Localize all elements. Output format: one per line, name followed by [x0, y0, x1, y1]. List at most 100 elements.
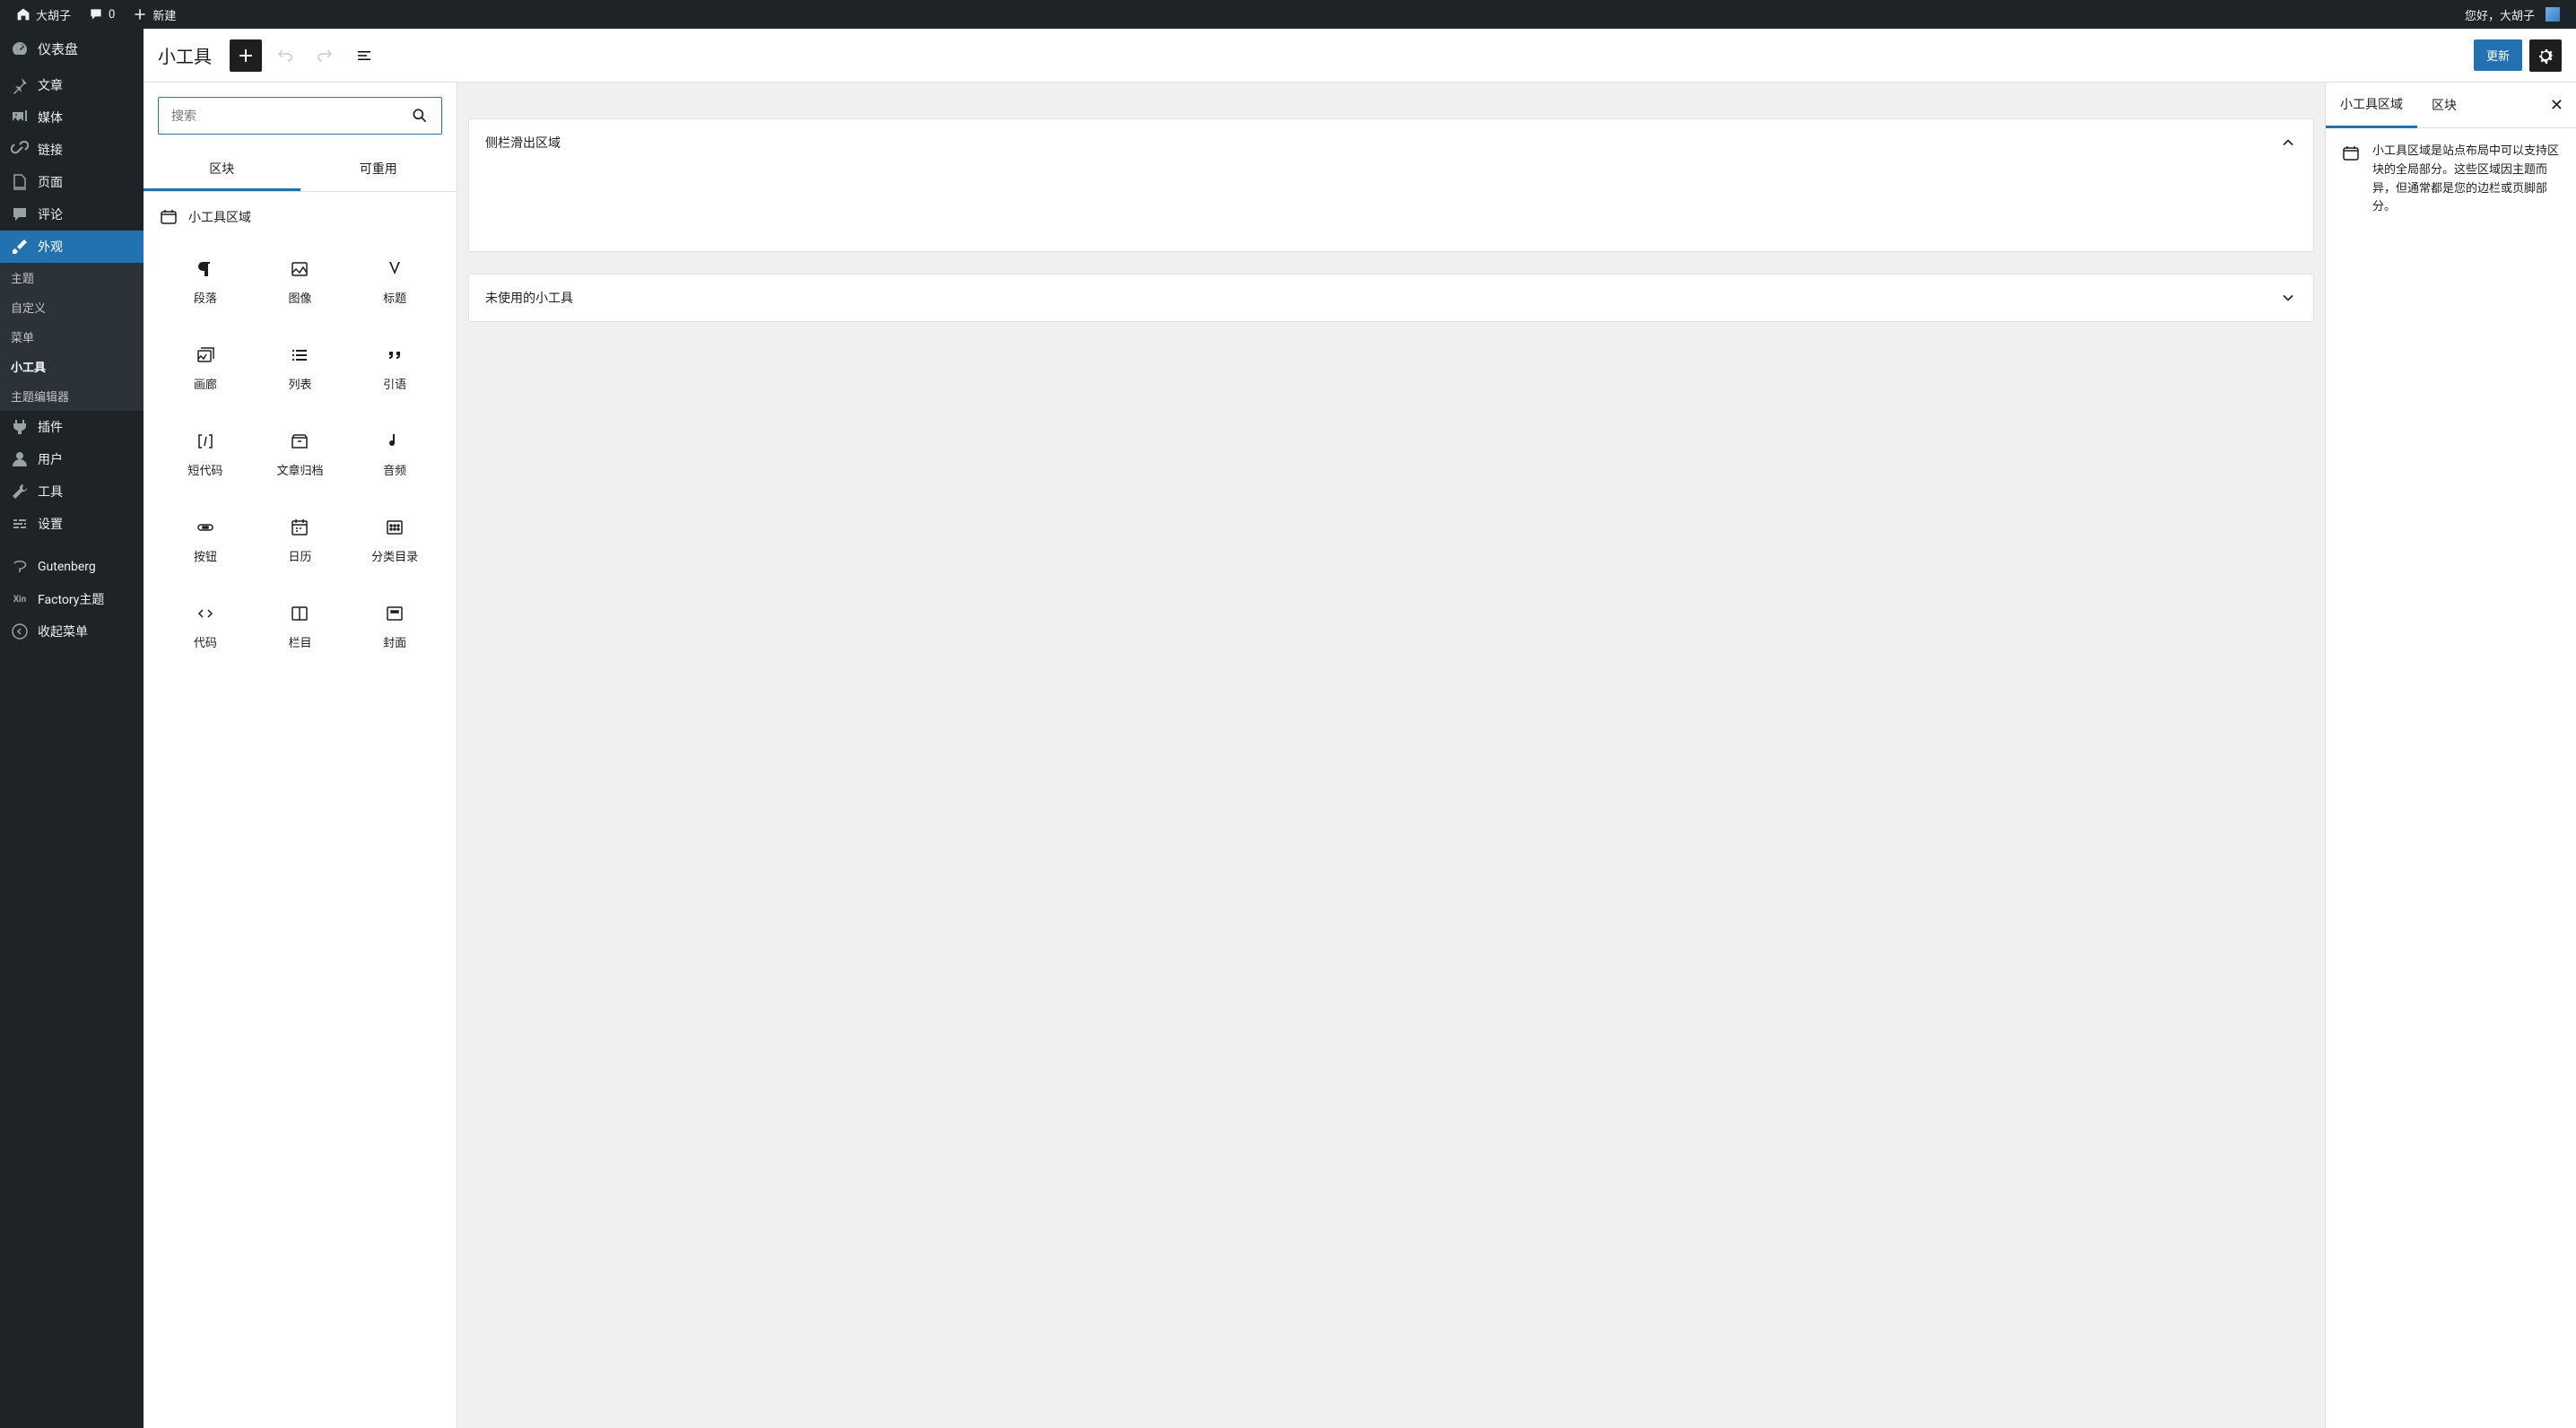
category-widget-area: 小工具区域	[158, 192, 442, 239]
topbar-comments-count: 0	[109, 8, 115, 22]
sidebar-item-label: 媒体	[38, 109, 63, 126]
settings-tab-block[interactable]: 区块	[2417, 83, 2471, 126]
sidebar-item-dashboard[interactable]: 仪表盘	[0, 29, 144, 69]
block-label: 段落	[194, 289, 217, 306]
sidebar-item-tools[interactable]: 工具	[0, 475, 144, 508]
home-icon	[16, 7, 30, 22]
widget-canvas: 侧栏滑出区域 未使用的小工具	[457, 83, 2325, 1428]
plus-icon	[235, 45, 257, 66]
link-icon	[11, 141, 29, 159]
sidebar-appearance-submenu: 主题 自定义 菜单 小工具 主题编辑器	[0, 263, 144, 411]
topbar-site-link[interactable]: 大胡子	[7, 0, 80, 29]
sidebar-item-links[interactable]: 链接	[0, 134, 144, 166]
sidebar-item-factory[interactable]: Xin Factory主题	[0, 583, 144, 615]
settings-tabs: 小工具区域 区块 ✕	[2326, 83, 2576, 128]
settings-panel: 小工具区域 区块 ✕ 小工具区域是站点布局中可以支持区块的全局部分。这些区域因主…	[2325, 83, 2576, 1428]
paragraph-icon	[195, 258, 216, 280]
block-item-image[interactable]: 图像	[253, 239, 348, 325]
sidebar-item-plugins[interactable]: 插件	[0, 411, 144, 443]
sidebar-sub-theme-editor[interactable]: 主题编辑器	[0, 381, 144, 411]
block-item-quote[interactable]: 引语	[347, 325, 442, 411]
admin-topbar: 大胡子 0 新建 您好，大胡子	[0, 0, 2576, 29]
redo-button[interactable]	[309, 39, 341, 72]
sidebar-item-label: 评论	[38, 205, 63, 223]
tab-reusable[interactable]: 可重用	[300, 149, 457, 191]
block-label: 栏目	[288, 633, 311, 650]
sidebar-sub-customize[interactable]: 自定义	[0, 292, 144, 322]
block-item-categories[interactable]: 分类目录	[347, 497, 442, 583]
inserter-toggle-button[interactable]	[230, 39, 262, 72]
block-label: 代码	[194, 633, 217, 650]
tab-blocks[interactable]: 区块	[144, 149, 300, 191]
block-label: 列表	[288, 375, 311, 392]
sidebar-item-label: 链接	[38, 141, 63, 159]
block-search-box[interactable]	[158, 97, 442, 135]
block-item-list[interactable]: 列表	[253, 325, 348, 411]
sliders-icon	[11, 515, 29, 533]
widget-area-sidebar-slideout: 侧栏滑出区域	[468, 118, 2314, 252]
comment-icon	[89, 7, 103, 22]
brush-icon	[11, 238, 29, 256]
block-item-cover[interactable]: 封面	[347, 583, 442, 669]
sidebar-item-label: 页面	[38, 173, 63, 191]
block-label: 日历	[288, 547, 311, 564]
sidebar-item-label: 工具	[38, 483, 63, 501]
settings-tab-widget-area[interactable]: 小工具区域	[2326, 83, 2417, 128]
update-button[interactable]: 更新	[2474, 39, 2522, 71]
block-item-shortcode[interactable]: 短代码	[158, 411, 253, 497]
block-item-audio[interactable]: 音频	[347, 411, 442, 497]
sidebar-item-collapse[interactable]: 收起菜单	[0, 615, 144, 648]
sidebar-sub-themes[interactable]: 主题	[0, 263, 144, 292]
inserter-tabs: 区块 可重用	[144, 149, 457, 192]
widget-area-icon	[2340, 143, 2362, 164]
block-label: 图像	[288, 289, 311, 306]
pin-icon	[11, 76, 29, 94]
settings-toggle-button[interactable]	[2529, 39, 2562, 72]
gear-icon	[2535, 45, 2556, 66]
widget-area-title: 侧栏滑出区域	[485, 134, 561, 152]
sidebar-item-appearance[interactable]: 外观	[0, 231, 144, 263]
block-label: 分类目录	[371, 547, 418, 564]
sidebar-sub-menus[interactable]: 菜单	[0, 322, 144, 352]
sidebar-item-pages[interactable]: 页面	[0, 166, 144, 198]
gallery-icon	[195, 344, 216, 366]
block-item-paragraph[interactable]: 段落	[158, 239, 253, 325]
topbar-new-label: 新建	[152, 6, 176, 23]
xin-icon: Xin	[11, 590, 29, 608]
block-item-button[interactable]: 按钮	[158, 497, 253, 583]
block-item-archives[interactable]: 文章归档	[253, 411, 348, 497]
block-label: 封面	[383, 633, 406, 650]
sidebar-item-label: 设置	[38, 515, 63, 533]
block-item-gallery[interactable]: 画廊	[158, 325, 253, 411]
sidebar-item-posts[interactable]: 文章	[0, 69, 144, 101]
sidebar-item-settings[interactable]: 设置	[0, 508, 144, 540]
settings-description: 小工具区域是站点布局中可以支持区块的全局部分。这些区域因主题而异，但通常都是您的…	[2372, 143, 2562, 217]
block-search-input[interactable]	[171, 109, 411, 123]
block-item-calendar[interactable]: 日历	[253, 497, 348, 583]
widget-area-toggle[interactable]: 未使用的小工具	[469, 274, 2313, 321]
widget-area-body[interactable]	[469, 166, 2313, 251]
block-grid: 段落 图像 标题画廊列表 引语短代码文章归档音频按钮 日历 分类目录代码 栏目 封面	[158, 239, 442, 669]
sidebar-item-gutenberg[interactable]: Gutenberg	[0, 551, 144, 583]
sidebar-item-comments[interactable]: 评论	[0, 198, 144, 231]
block-item-heading[interactable]: 标题	[347, 239, 442, 325]
widget-area-toggle[interactable]: 侧栏滑出区域	[469, 119, 2313, 166]
topbar-comments[interactable]: 0	[80, 0, 124, 29]
block-item-code[interactable]: 代码	[158, 583, 253, 669]
sidebar-item-label: 插件	[38, 418, 63, 436]
block-item-columns[interactable]: 栏目	[253, 583, 348, 669]
topbar-account[interactable]: 您好，大胡子	[2456, 0, 2569, 29]
sidebar-item-users[interactable]: 用户	[0, 443, 144, 475]
sidebar-item-label: Gutenberg	[38, 560, 96, 574]
undo-button[interactable]	[269, 39, 301, 72]
list-view-button[interactable]	[348, 39, 380, 72]
block-inserter-panel: 区块 可重用 小工具区域 段落 图像 标题画廊列表 引语短代码文章归档音频按钮 日历 分类…	[144, 83, 457, 1428]
sidebar-item-media[interactable]: 媒体	[0, 101, 144, 134]
sidebar-item-label: 收起菜单	[38, 623, 88, 640]
block-label: 按钮	[194, 547, 217, 564]
topbar-new[interactable]: 新建	[124, 0, 185, 29]
sidebar-item-label: Factory主题	[38, 590, 104, 608]
sidebar-sub-widgets[interactable]: 小工具	[0, 352, 144, 381]
block-label: 音频	[383, 461, 406, 478]
settings-close-button[interactable]: ✕	[2537, 96, 2576, 115]
